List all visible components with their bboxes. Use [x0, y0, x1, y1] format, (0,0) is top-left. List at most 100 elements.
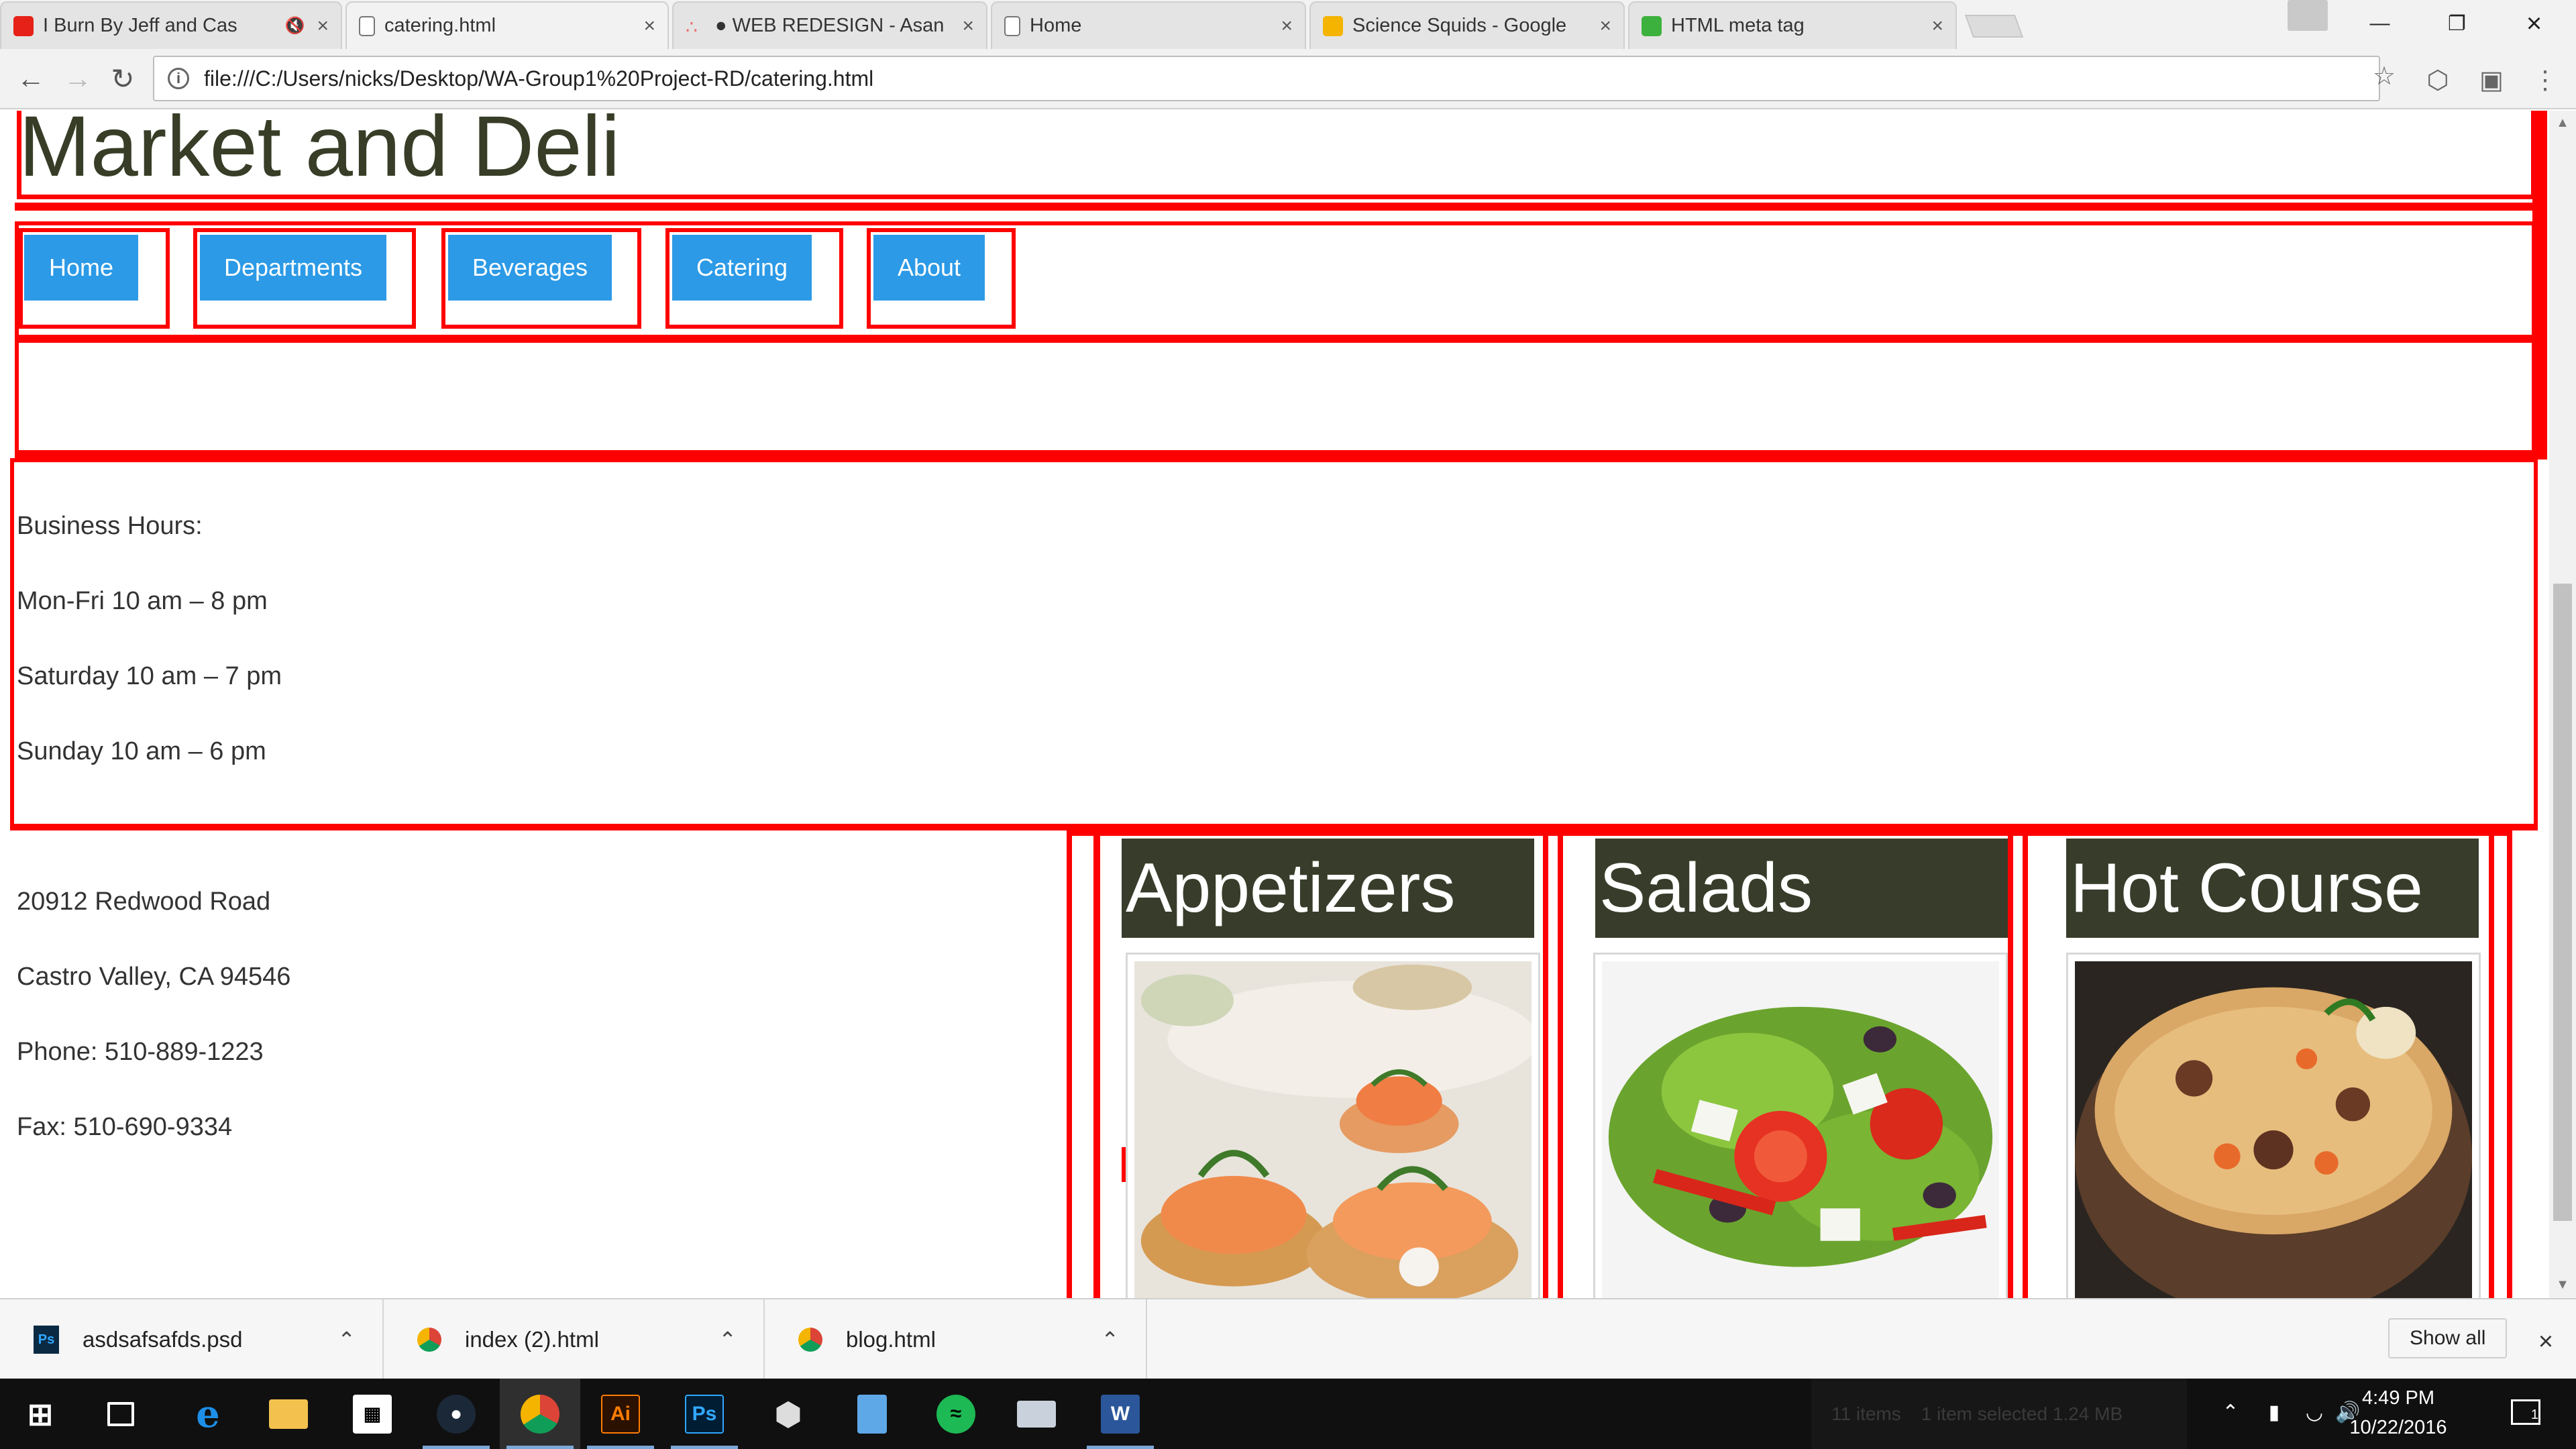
chrome-icon — [521, 1394, 559, 1434]
taskbar-illustrator[interactable]: Ai — [580, 1379, 661, 1449]
taskbar-clock[interactable]: 4:49 PM 10/22/2016 — [2341, 1383, 2455, 1442]
taskbar-spotify[interactable]: ≈ — [916, 1379, 996, 1449]
tab-title: ● WEB REDESIGN - Asan — [715, 15, 945, 36]
tab-asana[interactable]: ∴ ● WEB REDESIGN - Asan × — [672, 1, 987, 49]
banner-box — [15, 339, 2536, 458]
forward-arrow-icon[interactable]: → — [59, 60, 97, 97]
pdf-extension-icon[interactable]: ▣ — [2475, 64, 2508, 96]
download-filename: blog.html — [846, 1327, 936, 1352]
download-item[interactable]: Ps asdsafsafds.psd ⌃ — [0, 1299, 384, 1380]
close-tab-icon[interactable]: × — [1599, 15, 1611, 38]
wifi-icon[interactable]: ◡ — [2298, 1392, 2331, 1432]
nav-about-button[interactable]: About — [873, 235, 985, 301]
appetizers-image — [1134, 961, 1532, 1298]
downloads-bar: Ps asdsafsafds.psd ⌃ index (2).html ⌃ bl… — [0, 1298, 2576, 1380]
star-icon[interactable]: ☆ — [2368, 60, 2400, 92]
taskbar-explorer[interactable] — [248, 1379, 329, 1449]
close-tab-icon[interactable]: × — [1281, 15, 1293, 38]
download-filename: asdsafsafds.psd — [83, 1327, 243, 1352]
taskbar-chrome[interactable] — [500, 1379, 580, 1449]
info-box — [10, 458, 2538, 830]
taskbar-edge[interactable]: e — [168, 1379, 248, 1449]
status-selected: 1 item selected 1.24 MB — [1921, 1403, 2123, 1424]
tab-catering[interactable]: catering.html × — [345, 1, 669, 49]
rice-pilaf-photo[interactable] — [2066, 953, 2481, 1298]
chevron-up-icon[interactable]: ⌃ — [337, 1327, 356, 1352]
start-button[interactable]: ⊞ — [0, 1379, 80, 1449]
tab-title: HTML meta tag — [1671, 15, 1805, 36]
menu-icon[interactable]: ⋮ — [2529, 64, 2561, 96]
address-line: 20912 Redwood Road — [17, 888, 271, 916]
show-all-button[interactable]: Show all — [2388, 1318, 2508, 1358]
category-salads-title: Salads — [1595, 839, 2008, 938]
download-item[interactable]: index (2).html ⌃ — [384, 1299, 765, 1380]
scroll-up-icon[interactable]: ▲ — [2553, 113, 2572, 133]
tab-title: I Burn By Jeff and Cas — [43, 15, 237, 36]
tab-title: Science Squids - Google — [1352, 15, 1567, 36]
spotify-icon: ≈ — [936, 1394, 975, 1434]
google-slides-icon — [1323, 15, 1343, 36]
hours-line: Mon-Fri 10 am – 8 pm — [17, 587, 268, 615]
new-tab-button[interactable] — [1964, 15, 2024, 38]
task-view-button[interactable] — [80, 1379, 161, 1449]
close-tab-icon[interactable]: × — [317, 15, 329, 38]
taskbar-notes[interactable] — [832, 1379, 912, 1449]
taskbar-3d-app[interactable]: ⬢ — [748, 1379, 828, 1449]
nav-beverages-button[interactable]: Beverages — [448, 235, 612, 301]
category-appetizers-title: Appetizers — [1122, 839, 1534, 938]
close-tab-icon[interactable]: × — [962, 15, 974, 38]
taskbar-store[interactable]: ▦ — [332, 1379, 413, 1449]
page-icon — [359, 15, 375, 36]
info-icon[interactable]: i — [168, 68, 189, 89]
chevron-up-icon[interactable]: ⌃ — [2214, 1392, 2247, 1432]
nav-departments-button[interactable]: Departments — [200, 235, 386, 301]
fax-line: Fax: 510-690-9334 — [17, 1113, 233, 1141]
minimize-button[interactable]: — — [2341, 0, 2418, 47]
profile-icon[interactable] — [2288, 0, 2328, 31]
battery-icon[interactable]: ▮ — [2254, 1392, 2294, 1432]
scrollbar-thumb[interactable] — [2553, 584, 2572, 1221]
taskbar-photoshop[interactable]: Ps — [664, 1379, 745, 1449]
speaker-muted-icon[interactable]: 🔇 — [285, 16, 305, 36]
appetizers-photo[interactable] — [1126, 953, 1540, 1298]
grid-divider — [2008, 830, 2028, 1298]
hours-line: Sunday 10 am – 6 pm — [17, 737, 266, 765]
asana-icon: ∴ — [686, 16, 698, 38]
close-window-button[interactable]: × — [2496, 0, 2573, 47]
chevron-up-icon[interactable]: ⌃ — [1101, 1327, 1119, 1352]
page-viewport: Market and Deli Home Departments Beverag… — [0, 111, 2549, 1298]
close-downloads-icon[interactable]: × — [2529, 1325, 2563, 1358]
nav-home-button[interactable]: Home — [24, 235, 138, 301]
youtube-icon — [13, 15, 34, 36]
tab-title: catering.html — [384, 15, 496, 36]
notification-center-icon[interactable]: 1 — [2496, 1392, 2556, 1432]
chevron-up-icon[interactable]: ⌃ — [718, 1327, 737, 1352]
url-text: file:///C:/Users/nicks/Desktop/WA-Group1… — [204, 66, 874, 91]
clock-date: 10/22/2016 — [2349, 1417, 2447, 1438]
status-items: 11 items — [1831, 1403, 1901, 1424]
extension-icon[interactable]: ⬡ — [2422, 64, 2454, 96]
tab-youtube[interactable]: I Burn By Jeff and Cas 🔇 × — [0, 1, 342, 49]
close-tab-icon[interactable]: × — [1931, 15, 1943, 38]
browser-toolbar: ← → ↻ i file:///C:/Users/nicks/Desktop/W… — [0, 49, 2576, 109]
notepad-icon — [857, 1394, 887, 1434]
tab-google-slides[interactable]: Science Squids - Google × — [1309, 1, 1625, 49]
grid-divider — [1093, 830, 1100, 1298]
address-bar[interactable]: i file:///C:/Users/nicks/Desktop/WA-Grou… — [153, 56, 2380, 101]
grid-divider — [2489, 830, 2494, 1298]
tab-home[interactable]: Home × — [991, 1, 1306, 49]
restore-button[interactable]: ❐ — [2418, 0, 2496, 47]
edge-icon: e — [196, 1391, 220, 1436]
tab-meta-tag[interactable]: HTML meta tag × — [1628, 1, 1957, 49]
taskbar-word[interactable]: W — [1080, 1379, 1161, 1449]
salad-photo[interactable] — [1593, 953, 2008, 1298]
taskbar-network[interactable] — [996, 1379, 1077, 1449]
taskbar-steam[interactable]: ● — [416, 1379, 496, 1449]
close-tab-icon[interactable]: × — [643, 15, 655, 38]
task-view-icon — [107, 1401, 134, 1426]
nav-catering-button[interactable]: Catering — [672, 235, 812, 301]
back-arrow-icon[interactable]: ← — [12, 60, 50, 97]
download-item[interactable]: blog.html ⌃ — [765, 1299, 1147, 1380]
scroll-down-icon[interactable]: ▼ — [2553, 1275, 2572, 1295]
reload-icon[interactable]: ↻ — [104, 60, 142, 97]
